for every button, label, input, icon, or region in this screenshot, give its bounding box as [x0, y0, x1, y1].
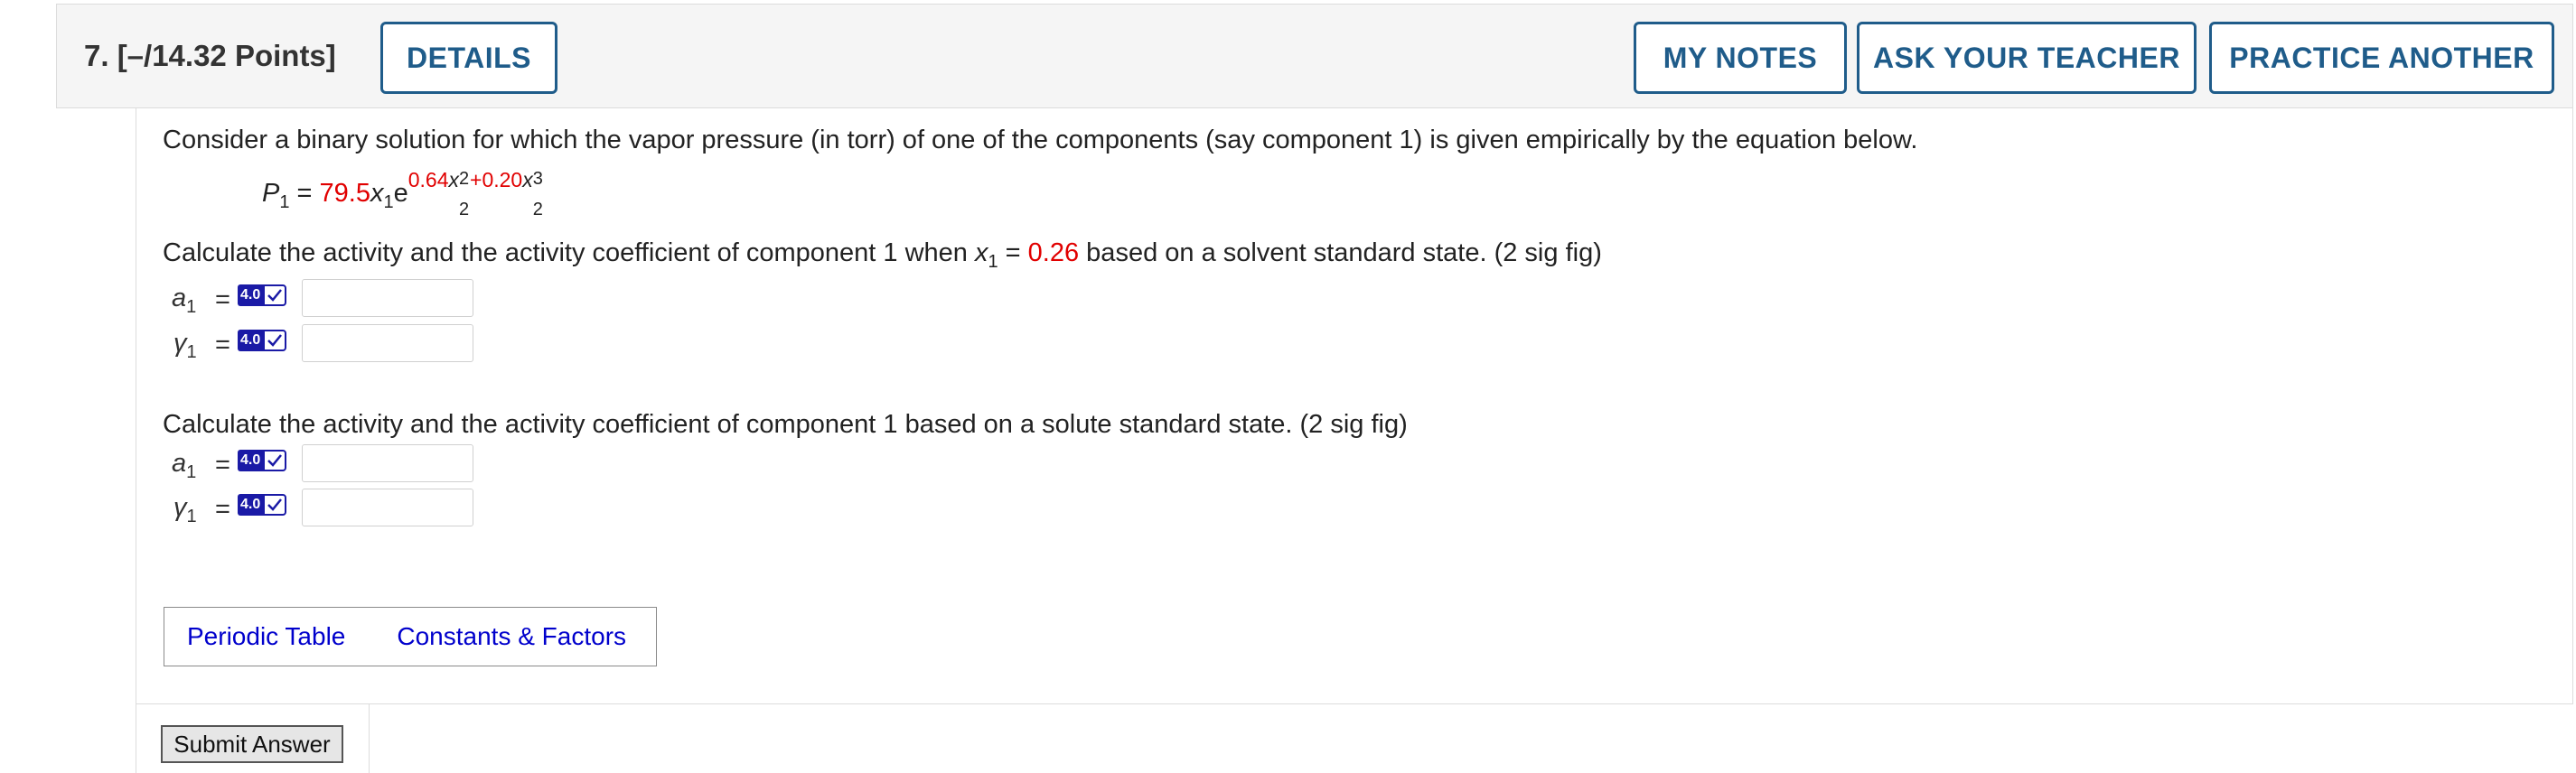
- question-intro: Consider a binary solution for which the…: [163, 126, 1918, 154]
- row-label-a1: a1: [172, 284, 196, 316]
- eq-exp-coef2: 0.20: [482, 168, 523, 191]
- row-symbol: γ: [173, 329, 187, 358]
- eq-coefficient: 79.5: [319, 179, 370, 208]
- question-title: 7. [–/14.32 Points]: [84, 39, 336, 72]
- question-header: 7. [–/14.32 Points] DETAILS MY NOTES ASK…: [56, 4, 2573, 108]
- eq-e: e: [393, 179, 408, 208]
- row-equals: =: [215, 285, 230, 314]
- row-equals: =: [215, 495, 230, 524]
- eq-x-symbol: x: [370, 179, 384, 208]
- row-label-gamma1: γ1: [173, 493, 197, 526]
- row-subscript: 1: [186, 461, 197, 482]
- answer-input-a1-solvent[interactable]: [302, 279, 473, 317]
- point-value: 4.0: [238, 450, 264, 471]
- checkmark-icon: [263, 330, 287, 351]
- row-symbol: γ: [173, 493, 187, 522]
- answer-feedback-area: [369, 704, 2573, 773]
- constants-factors-link[interactable]: Constants & Factors: [397, 622, 626, 651]
- eq-exp-x1: x: [448, 168, 460, 191]
- part1-prompt-after: based on a solvent standard state. (2 si…: [1079, 238, 1602, 267]
- my-notes-button[interactable]: MY NOTES: [1634, 22, 1847, 94]
- eq-p-symbol: P: [262, 179, 280, 208]
- row-subscript: 1: [186, 296, 197, 317]
- point-badge: 4.0: [238, 448, 294, 473]
- checkmark-icon: [263, 450, 287, 471]
- checkmark-icon: [263, 494, 287, 516]
- part2-prompt: Calculate the activity and the activity …: [163, 410, 1408, 439]
- eq-exp-x2: x: [522, 168, 533, 191]
- answer-input-gamma1-solute[interactable]: [302, 489, 473, 526]
- eq-exp-pow2: 3: [532, 169, 543, 189]
- row-label-a1: a1: [172, 449, 197, 482]
- eq-exp-coef1: 0.64: [407, 168, 449, 191]
- row-symbol: a: [172, 284, 187, 312]
- eq-equals: =: [296, 179, 313, 208]
- point-value: 4.0: [238, 494, 264, 516]
- eq-exp-pow1: 2: [459, 169, 470, 189]
- checkmark-icon: [263, 284, 287, 306]
- row-equals: =: [215, 451, 230, 480]
- point-value: 4.0: [238, 284, 264, 306]
- part1-equals: =: [998, 238, 1028, 267]
- point-value: 4.0: [238, 330, 264, 351]
- row-label-gamma1: γ1: [173, 329, 197, 362]
- row-subscript: 1: [186, 341, 197, 362]
- vapor-pressure-equation: P1 = 79.5x1e0.64x 2 2 +0.20x 3 2: [262, 168, 544, 219]
- point-badge: 4.0: [238, 283, 294, 308]
- details-button[interactable]: DETAILS: [380, 22, 557, 94]
- part1-x-symbol: x: [974, 238, 988, 267]
- eq-exp-sub1: 2: [459, 200, 470, 219]
- eq-exp-plus: +: [470, 168, 482, 191]
- part1-prompt: Calculate the activity and the activity …: [163, 238, 1602, 271]
- part1-x-subscript: 1: [988, 251, 998, 272]
- submit-answer-button[interactable]: Submit Answer: [161, 725, 343, 763]
- answer-input-a1-solute[interactable]: [302, 444, 473, 482]
- ask-your-teacher-button[interactable]: ASK YOUR TEACHER: [1857, 22, 2197, 94]
- part1-prompt-before: Calculate the activity and the activity …: [163, 238, 975, 267]
- resources-box: Periodic Table Constants & Factors: [164, 607, 657, 666]
- eq-x-subscript: 1: [383, 191, 394, 212]
- eq-exponent: 0.64x 2 2 +0.20x 3 2: [407, 168, 544, 219]
- row-symbol: a: [172, 449, 187, 478]
- row-equals: =: [215, 331, 230, 359]
- eq-p-subscript: 1: [279, 191, 290, 212]
- row-subscript: 1: [186, 506, 197, 526]
- point-badge: 4.0: [238, 492, 294, 517]
- point-badge: 4.0: [238, 328, 294, 353]
- practice-another-button[interactable]: PRACTICE ANOTHER: [2209, 22, 2554, 94]
- part1-given-value: 0.26: [1027, 238, 1080, 267]
- eq-exp-sub2: 2: [532, 200, 543, 219]
- periodic-table-link[interactable]: Periodic Table: [187, 622, 345, 651]
- answer-input-gamma1-solvent[interactable]: [302, 324, 473, 362]
